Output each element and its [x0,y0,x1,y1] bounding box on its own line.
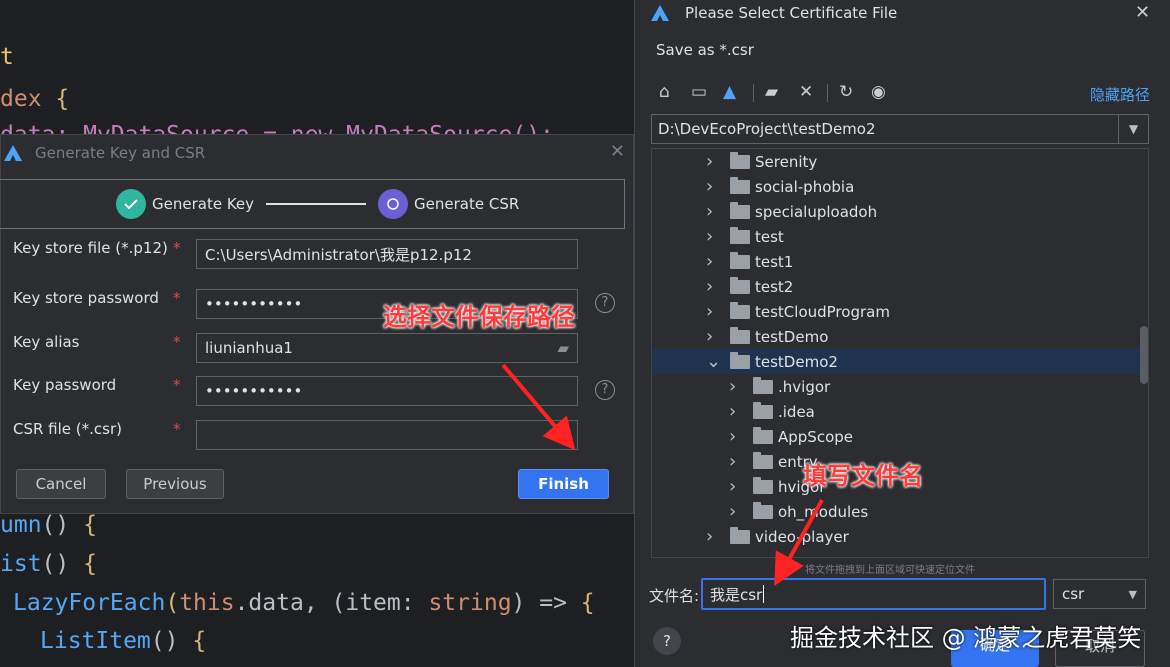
annotation-arrows [501,363,824,586]
annotation-arrow [501,363,576,451]
watermark: 掘金技术社区 @ 鸿蒙之虎君莫笑 [790,624,1142,652]
annotation-arrow [774,499,824,586]
